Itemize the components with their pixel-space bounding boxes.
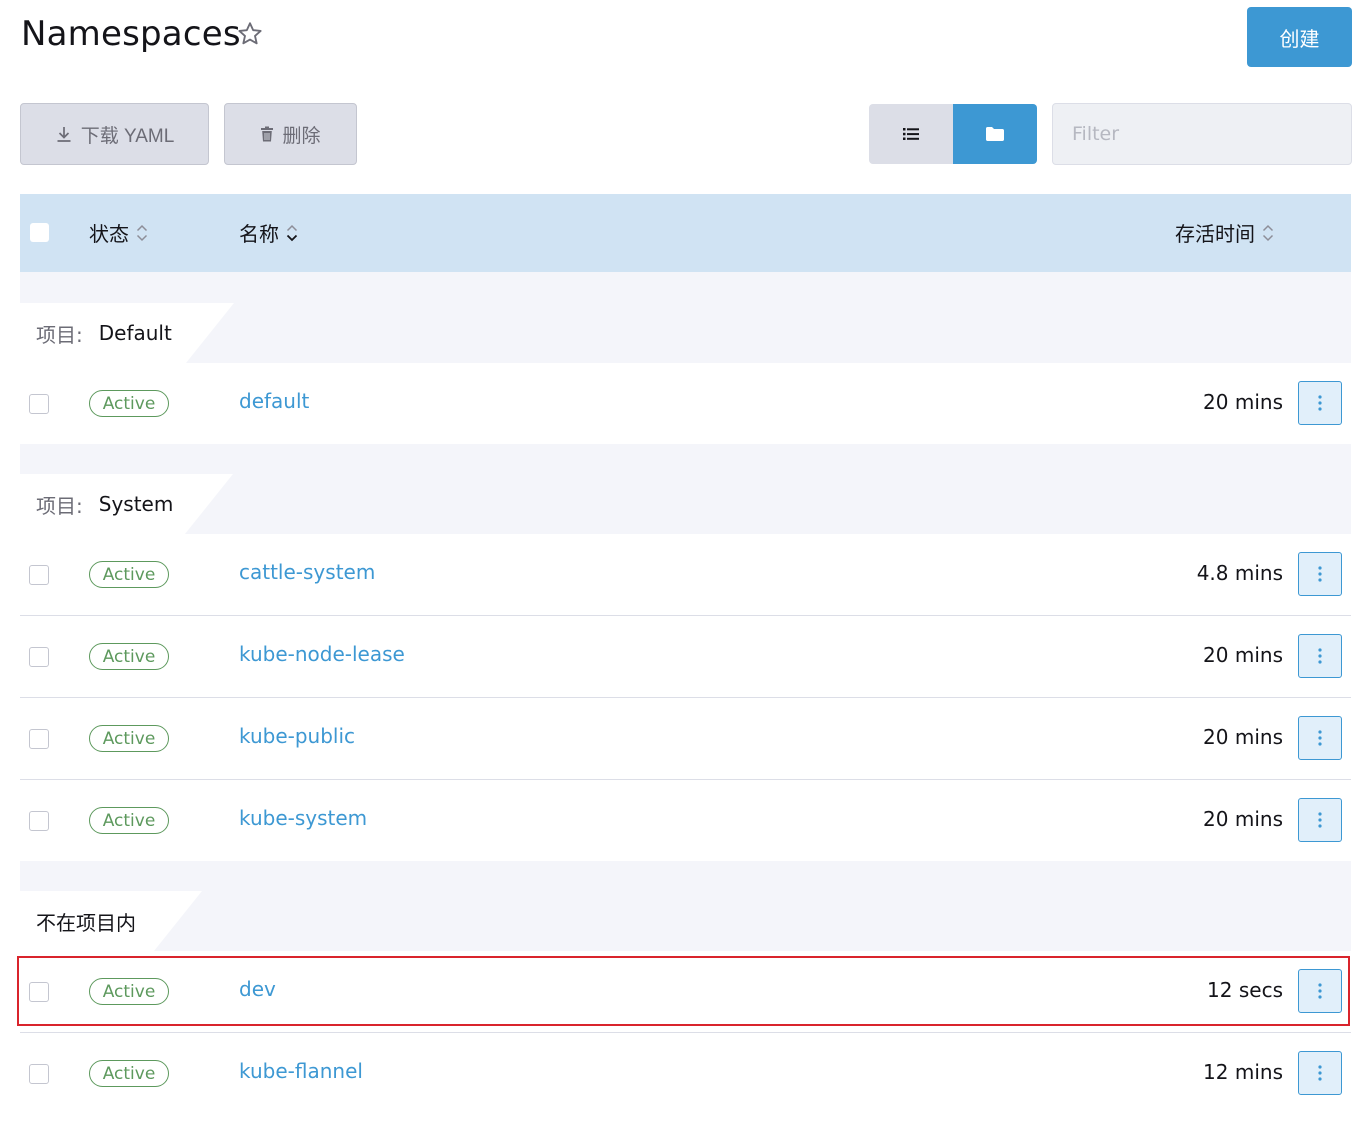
status-badge: Active [89, 725, 169, 752]
status-badge: Active [89, 1060, 169, 1087]
group-project-name: System [98, 492, 174, 516]
row-actions-button[interactable] [1298, 716, 1342, 760]
sort-descending-icon [286, 224, 298, 241]
group-label: 项目: [36, 322, 83, 347]
favorite-star-icon[interactable] [236, 20, 264, 48]
row-checkbox[interactable] [29, 394, 49, 414]
table-row: Active kube-flannel 12 mins [20, 1032, 1351, 1114]
age-value: 20 mins [1203, 390, 1283, 414]
group-header-system: 项目: System [20, 474, 233, 534]
more-vertical-icon [1318, 648, 1322, 664]
row-actions-button[interactable] [1298, 381, 1342, 425]
column-state-label: 状态 [89, 222, 129, 246]
namespace-link[interactable]: kube-system [239, 806, 367, 830]
table-row: Active dev 12 secs [20, 951, 1351, 1032]
group-header-default: 项目: Default [20, 303, 234, 363]
select-all-checkbox[interactable] [30, 223, 49, 242]
more-vertical-icon [1318, 983, 1322, 999]
namespace-link[interactable]: default [239, 389, 309, 413]
table-row: Active default 20 mins [20, 363, 1351, 444]
status-badge: Active [89, 978, 169, 1005]
more-vertical-icon [1318, 395, 1322, 411]
group-label: 不在项目内 [36, 910, 136, 935]
row-checkbox[interactable] [29, 647, 49, 667]
column-header-state[interactable]: 状态 [89, 218, 149, 247]
download-icon [57, 127, 71, 142]
delete-label: 删除 [282, 125, 321, 147]
table-row: Active cattle-system 4.8 mins [20, 534, 1351, 615]
more-vertical-icon [1318, 566, 1322, 582]
status-badge: Active [89, 561, 169, 588]
row-checkbox[interactable] [29, 1064, 49, 1084]
group-header-not-in-project: 不在项目内 [20, 891, 202, 951]
more-vertical-icon [1318, 1065, 1322, 1081]
age-value: 12 mins [1203, 1060, 1283, 1084]
sort-icon [136, 224, 148, 241]
create-button[interactable]: 创建 [1247, 7, 1352, 67]
age-value: 4.8 mins [1196, 561, 1283, 585]
list-icon [903, 128, 919, 140]
row-actions-button[interactable] [1298, 969, 1342, 1013]
namespace-link[interactable]: dev [239, 977, 276, 1001]
age-value: 12 secs [1207, 978, 1283, 1002]
group-by-project-view-button[interactable] [953, 104, 1037, 164]
row-actions-button[interactable] [1298, 552, 1342, 596]
row-checkbox[interactable] [29, 565, 49, 585]
filter-input[interactable] [1052, 103, 1352, 165]
namespace-table: 状态 名称 存活时间 项目: Default Active default 20… [20, 194, 1351, 1114]
namespace-link[interactable]: kube-flannel [239, 1059, 363, 1083]
row-checkbox[interactable] [29, 811, 49, 831]
view-toggle [869, 104, 1037, 164]
age-value: 20 mins [1203, 643, 1283, 667]
table-header: 状态 名称 存活时间 [20, 194, 1351, 272]
row-checkbox[interactable] [29, 729, 49, 749]
row-actions-button[interactable] [1298, 634, 1342, 678]
status-badge: Active [89, 390, 169, 417]
row-actions-button[interactable] [1298, 1051, 1342, 1095]
table-row: Active kube-public 20 mins [20, 697, 1351, 779]
age-value: 20 mins [1203, 725, 1283, 749]
column-age-label: 存活时间 [1175, 222, 1255, 246]
sort-icon [1262, 224, 1274, 241]
download-yaml-button[interactable]: 下载 YAML [20, 103, 209, 165]
column-name-label: 名称 [239, 222, 279, 246]
folder-icon [986, 127, 1004, 141]
page-title: Namespaces [21, 14, 241, 54]
more-vertical-icon [1318, 730, 1322, 746]
trash-icon [261, 126, 274, 142]
status-badge: Active [89, 643, 169, 670]
group-project-name: Default [98, 321, 172, 345]
table-row: Active kube-system 20 mins [20, 779, 1351, 861]
row-checkbox[interactable] [29, 982, 49, 1002]
flat-list-view-button[interactable] [869, 104, 953, 164]
more-vertical-icon [1318, 812, 1322, 828]
namespace-link[interactable]: cattle-system [239, 560, 375, 584]
age-value: 20 mins [1203, 807, 1283, 831]
column-header-name[interactable]: 名称 [239, 218, 299, 247]
row-actions-button[interactable] [1298, 798, 1342, 842]
group-label: 项目: [36, 493, 83, 518]
column-header-age[interactable]: 存活时间 [1175, 218, 1275, 247]
namespace-link[interactable]: kube-node-lease [239, 642, 405, 666]
download-yaml-label: 下载 YAML [80, 125, 175, 147]
status-badge: Active [89, 807, 169, 834]
delete-button[interactable]: 删除 [224, 103, 357, 165]
table-row: Active kube-node-lease 20 mins [20, 615, 1351, 697]
namespace-link[interactable]: kube-public [239, 724, 355, 748]
